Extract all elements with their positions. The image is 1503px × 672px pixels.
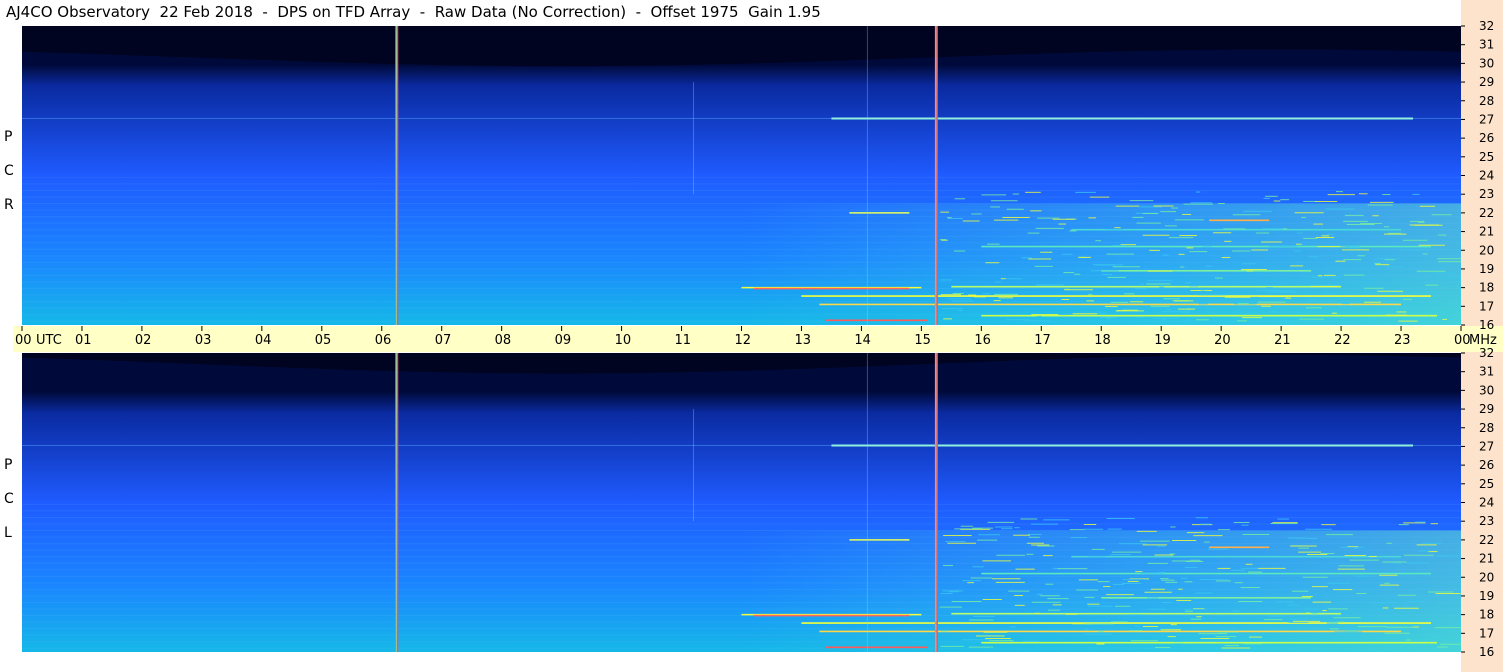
frequency-tick-label: 26 bbox=[1479, 131, 1494, 145]
frequency-tick-label: 32 bbox=[1479, 19, 1494, 33]
utc-tick-label: 19 bbox=[1154, 333, 1171, 348]
utc-unit-label: UTC bbox=[36, 333, 62, 348]
spectrogram-rcp bbox=[22, 26, 1461, 325]
utc-tick-label: 14 bbox=[854, 333, 871, 348]
frequency-tick-label: 31 bbox=[1479, 38, 1494, 52]
marker-line bbox=[934, 353, 938, 652]
utc-axis-svg: 00 01 02 03 04 05 06 07 08 09 10 11 12 13 14 15 16 17 18 19… bbox=[15, 326, 1497, 348]
frequency-tick-label: 28 bbox=[1479, 94, 1494, 108]
frequency-axis-lcp: 16 17 18 19 20 21 22 23 24 25 26 27 28 29 30 31 32 bbox=[1461, 346, 1503, 659]
page-title: AJ4CO Observatory 22 Feb 2018 - DPS on T… bbox=[6, 3, 821, 21]
frequency-tick-label: 19 bbox=[1479, 589, 1494, 603]
frequency-tick-label: 19 bbox=[1479, 262, 1494, 276]
utc-tick-label: 02 bbox=[135, 333, 152, 348]
frequency-tick-label: 22 bbox=[1479, 533, 1494, 547]
lcp-label: P C L bbox=[4, 458, 14, 560]
frequency-tick-label: 20 bbox=[1479, 243, 1494, 257]
rcp-label: P C R bbox=[4, 130, 14, 232]
frequency-tick-label: 32 bbox=[1479, 346, 1494, 360]
rcp-label-letter: C bbox=[4, 163, 14, 179]
lcp-label-letter: P bbox=[4, 457, 13, 473]
frequency-tick-label: 27 bbox=[1479, 439, 1494, 453]
frequency-tick-label: 20 bbox=[1479, 570, 1494, 584]
spectrogram-lcp-svg bbox=[22, 353, 1461, 652]
frequency-tick-label: 29 bbox=[1479, 402, 1494, 416]
utc-tick-label: 01 bbox=[75, 333, 92, 348]
utc-tick-label: 16 bbox=[974, 333, 991, 348]
frequency-tick-label: 17 bbox=[1479, 299, 1494, 313]
frequency-tick-label: 23 bbox=[1479, 514, 1494, 528]
marker-line bbox=[934, 26, 938, 325]
utc-tick-label: 00 bbox=[15, 333, 32, 348]
utc-tick-label: 08 bbox=[495, 333, 512, 348]
utc-tick-label: 09 bbox=[555, 333, 572, 348]
frequency-tick-label: 23 bbox=[1479, 187, 1494, 201]
utc-tick-label: 17 bbox=[1034, 333, 1051, 348]
utc-tick-label: 22 bbox=[1334, 333, 1351, 348]
utc-tick-label: 05 bbox=[315, 333, 332, 348]
frequency-tick-label: 18 bbox=[1479, 608, 1494, 622]
lcp-label-letter: C bbox=[4, 491, 14, 507]
frequency-tick-label: 24 bbox=[1479, 496, 1494, 510]
frequency-tick-label: 30 bbox=[1479, 383, 1494, 397]
spectrogram-rcp-svg bbox=[22, 26, 1461, 325]
utc-tick-label: 13 bbox=[794, 333, 811, 348]
utc-tick-label: 20 bbox=[1214, 333, 1231, 348]
utc-tick-label: 03 bbox=[195, 333, 212, 348]
rcp-label-letter: R bbox=[4, 197, 14, 213]
utc-tick-label: 12 bbox=[735, 333, 752, 348]
utc-time-axis: 00 01 02 03 04 05 06 07 08 09 10 11 12 13 14 15 16 17 18 19… bbox=[13, 326, 1503, 352]
frequency-tick-label: 24 bbox=[1479, 169, 1494, 183]
frequency-tick-label: 31 bbox=[1479, 365, 1494, 379]
utc-tick-label: 04 bbox=[255, 333, 272, 348]
frequency-tick-label: 21 bbox=[1479, 552, 1494, 566]
utc-tick-label: 10 bbox=[615, 333, 632, 348]
spectrogram-lcp bbox=[22, 353, 1461, 652]
utc-tick-label: 21 bbox=[1274, 333, 1291, 348]
daytime-noise-region bbox=[22, 203, 1461, 325]
frequency-tick-label: 25 bbox=[1479, 150, 1494, 164]
utc-tick-label: 18 bbox=[1094, 333, 1111, 348]
frequency-tick-label: 28 bbox=[1479, 421, 1494, 435]
daytime-noise-region bbox=[22, 530, 1461, 652]
marker-line bbox=[395, 26, 399, 325]
frequency-tick-label: 27 bbox=[1479, 112, 1494, 126]
frequency-tick-label: 22 bbox=[1479, 206, 1494, 220]
lcp-label-letter: L bbox=[4, 525, 12, 541]
frequency-tick-label: 21 bbox=[1479, 225, 1494, 239]
utc-tick-label: 06 bbox=[375, 333, 392, 348]
frequency-tick-label: 29 bbox=[1479, 75, 1494, 89]
utc-tick-label: 23 bbox=[1394, 333, 1411, 348]
frequency-tick-label: 17 bbox=[1479, 626, 1494, 640]
frequency-axis-lcp-svg: 16 17 18 19 20 21 22 23 24 25 26 27 28 29 30 31 32 bbox=[1461, 346, 1494, 659]
frequency-axis-rcp: 16 17 18 19 20 21 22 23 24 25 26 27 28 29 30 31 32 bbox=[1461, 19, 1503, 332]
utc-tick-label: 11 bbox=[675, 333, 692, 348]
frequency-axis-rcp-svg: 16 17 18 19 20 21 22 23 24 25 26 27 28 29 30 31 32 bbox=[1461, 19, 1494, 332]
frequency-tick-label: 16 bbox=[1479, 318, 1494, 332]
frequency-tick-label: 25 bbox=[1479, 477, 1494, 491]
utc-tick-label: 15 bbox=[914, 333, 931, 348]
frequency-tick-label: 30 bbox=[1479, 56, 1494, 70]
marker-line bbox=[395, 353, 399, 652]
frequency-tick-label: 18 bbox=[1479, 281, 1494, 295]
frequency-tick-label: 16 bbox=[1479, 645, 1494, 659]
utc-tick-label: 07 bbox=[435, 333, 452, 348]
rcp-label-letter: P bbox=[4, 129, 13, 145]
frequency-tick-label: 26 bbox=[1479, 458, 1494, 472]
